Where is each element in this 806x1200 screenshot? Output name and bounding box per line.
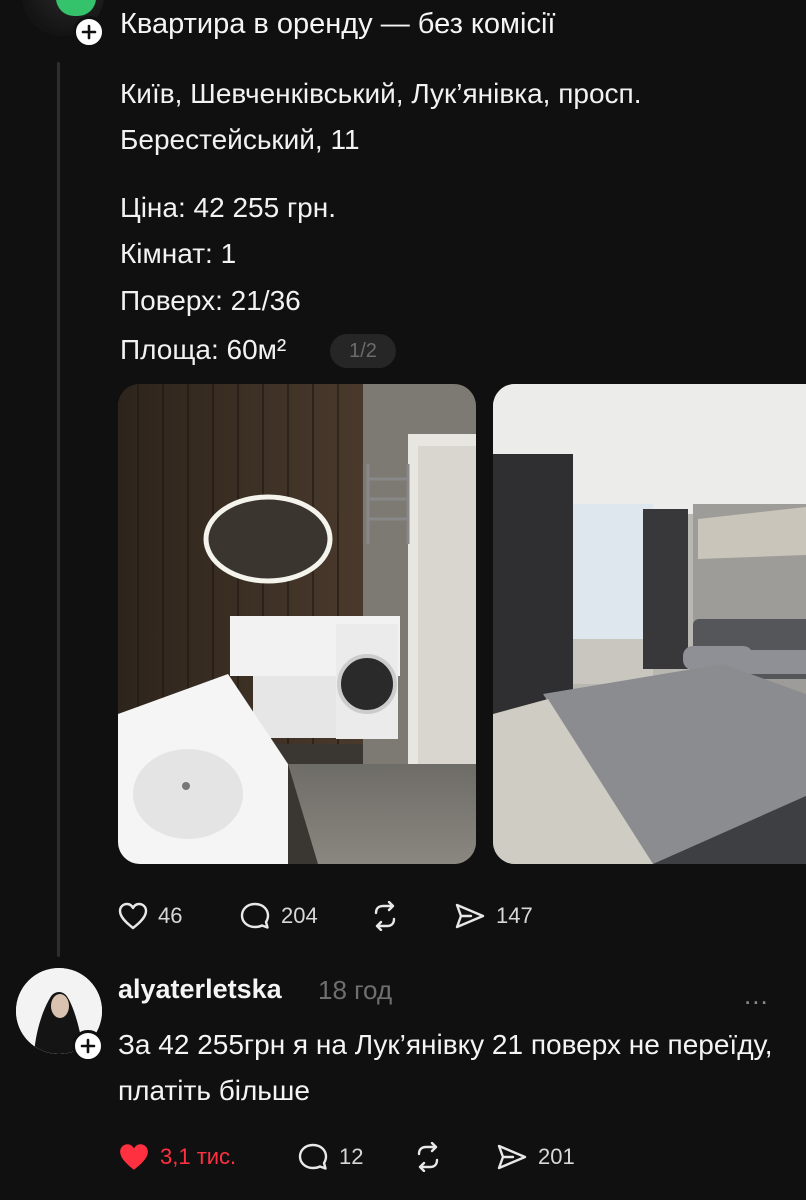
- reply-follow-plus-button[interactable]: [72, 1030, 104, 1062]
- repost-icon: [374, 901, 396, 931]
- more-options-icon[interactable]: ...: [744, 980, 769, 1011]
- post-comment-count: 204: [281, 903, 318, 928]
- post-address-line2: Берестейський, 11: [120, 124, 360, 155]
- reply-comment-count: 12: [339, 1144, 364, 1169]
- plus-icon: [81, 24, 97, 40]
- reply-like-count: 3,1 тис.: [160, 1144, 237, 1169]
- post-area: Площа: 60м²: [120, 334, 287, 365]
- reply-username[interactable]: alyaterletska: [118, 974, 282, 1005]
- reply-timestamp: 18 год: [318, 975, 393, 1005]
- reply-share-count: 201: [538, 1144, 575, 1169]
- post-share-count: 147: [496, 903, 533, 928]
- send-icon: [455, 903, 485, 929]
- thread-line: [57, 62, 60, 957]
- reply-share-button[interactable]: 201: [496, 1136, 575, 1178]
- repost-icon: [417, 1142, 439, 1172]
- comment-icon: [298, 1143, 328, 1170]
- plus-icon: [80, 1038, 96, 1054]
- photo-bedroom[interactable]: [493, 384, 806, 864]
- heart-filled-icon: [120, 1144, 148, 1170]
- photo-counter: 1/2: [330, 334, 396, 368]
- reply-text: За 42 255грн я на Лук’янівку 21 поверх н…: [118, 1029, 773, 1106]
- follow-plus-button[interactable]: [73, 16, 105, 48]
- photo-bathroom[interactable]: [118, 384, 476, 864]
- send-icon: [497, 1144, 527, 1170]
- post-floor: Поверх: 21/36: [120, 285, 301, 316]
- comment-icon: [240, 902, 270, 929]
- post-like-count: 46: [158, 903, 183, 928]
- reply-comment-button[interactable]: 12: [297, 1136, 363, 1178]
- post-comment-button[interactable]: 204: [239, 895, 318, 937]
- heart-icon: [118, 902, 148, 930]
- reply-like-button[interactable]: 3,1 тис.: [118, 1136, 236, 1178]
- post-like-button[interactable]: 46: [118, 895, 182, 937]
- post-repost-button[interactable]: [369, 895, 401, 937]
- post-rooms: Кімнат: 1: [120, 238, 237, 269]
- post-title: Квартира в оренду — без комісії: [120, 8, 556, 40]
- reply-repost-button[interactable]: [412, 1136, 444, 1178]
- avatar-logo-mark: [56, 0, 96, 16]
- post-price: Ціна: 42 255 грн.: [120, 192, 336, 223]
- post-address-line1: Київ, Шевченківський, Лук’янівка, просп.: [120, 78, 642, 109]
- post-share-button[interactable]: 147: [454, 895, 533, 937]
